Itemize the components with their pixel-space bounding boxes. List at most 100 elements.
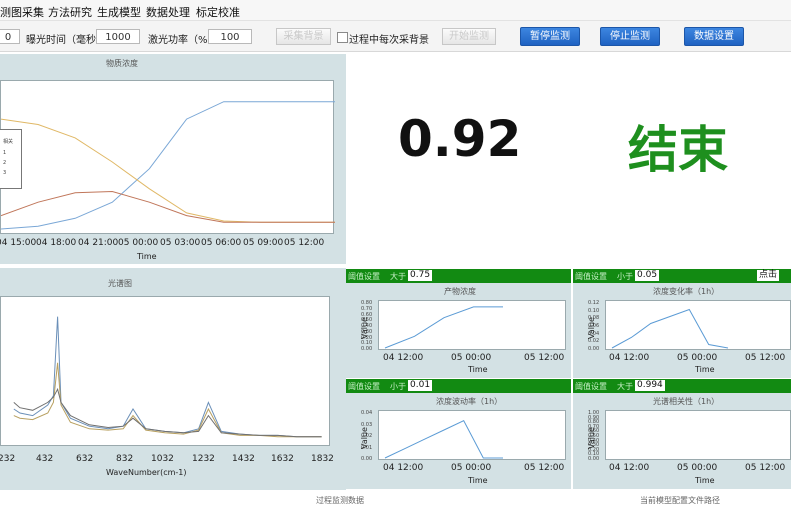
spectrum-plot-area bbox=[0, 296, 330, 446]
monitor-2-xlabel: Time bbox=[468, 476, 488, 485]
monitor-1-svg bbox=[611, 308, 729, 349]
monitor-3-xtick-1: 05 00:00 bbox=[677, 463, 718, 473]
concentration-chart-title: 物质浓度 bbox=[106, 59, 138, 68]
monitor-0-ylabel: Value bbox=[360, 317, 369, 339]
menu-item-calibrate[interactable]: 标定校准 bbox=[196, 4, 240, 20]
monitor-3-header-label: 阈值设置 bbox=[575, 382, 607, 391]
monitor-1-plot bbox=[605, 300, 791, 350]
exposure-label: 曝光时间（毫秒） bbox=[26, 35, 106, 46]
monitor-2-xtick-0: 04 12:00 bbox=[383, 463, 424, 473]
monitor-1-threshold-input[interactable]: 0.05 bbox=[635, 270, 660, 281]
bottom-status-left: 过程监测数据 bbox=[316, 496, 364, 505]
monitor-1-xlabel: Time bbox=[695, 365, 715, 374]
bottom-status-right: 当前模型配置文件路径 bbox=[640, 496, 720, 505]
monitor-0-plot bbox=[378, 300, 566, 350]
monitor-1-title: 浓度变化率（1h） bbox=[653, 287, 720, 296]
stop-monitor-button[interactable]: 停止监测 bbox=[600, 27, 660, 46]
conc-xtick-6: 05 09:00 bbox=[243, 238, 284, 248]
monitor-2-line bbox=[384, 420, 503, 459]
monitor-0-header: 阈值设置 大于 0.75 bbox=[346, 269, 571, 283]
spec-xtick-5: 1232 bbox=[192, 454, 215, 464]
monitor-0-threshold-input[interactable]: 0.75 bbox=[408, 270, 433, 281]
monitor-3-title: 光谱相关性（1h） bbox=[653, 397, 720, 406]
monitor-3-ylabel: Value bbox=[587, 427, 596, 449]
spec-xtick-1: 432 bbox=[36, 454, 54, 464]
monitor-0-xtick-1: 05 00:00 bbox=[451, 353, 492, 363]
background-checkbox[interactable] bbox=[337, 32, 348, 43]
laser-input[interactable]: 100 bbox=[208, 29, 252, 44]
exposure-input[interactable]: 1000 bbox=[96, 29, 140, 44]
conc-xlabel: Time bbox=[137, 252, 157, 261]
monitor-1-header: 阈值设置 小于 0.05 点击 bbox=[573, 269, 791, 283]
monitor-1-xtick-1: 05 00:00 bbox=[677, 353, 718, 363]
first-input[interactable]: 0 bbox=[0, 29, 20, 44]
spec-xtick-4: 1032 bbox=[151, 454, 174, 464]
pause-monitor-button[interactable]: 暂停监测 bbox=[520, 27, 580, 46]
menu-bar: 测图采集 方法研究 生成模型 数据处理 标定校准 bbox=[0, 0, 791, 21]
monitor-0-title: 产物浓度 bbox=[444, 287, 476, 296]
monitor-3-xlabel: Time bbox=[695, 476, 715, 485]
monitor-2-header: 阈值设置 小于 0.01 bbox=[346, 379, 571, 393]
start-monitor-button[interactable]: 开始监测 bbox=[442, 28, 496, 45]
monitor-2-threshold-input[interactable]: 0.01 bbox=[408, 380, 433, 391]
concentration-series-0 bbox=[1, 101, 335, 230]
monitor-0-header-label: 阈值设置 bbox=[348, 272, 380, 281]
monitor-1-panel: 浓度变化率（1h） 0.12 0.10 0.08 0.06 0.04 0.02 0.00 V… bbox=[573, 283, 791, 378]
monitor-1-ytick-5: 0.02 bbox=[588, 338, 600, 345]
spectrum-series-0 bbox=[13, 316, 322, 438]
spectrum-panel: 光谱图 232 432 632 832 1032 1232 1432 1632 … bbox=[0, 268, 346, 490]
spectrum-chart-title: 光谱图 bbox=[108, 279, 132, 288]
concentration-chart-svg bbox=[1, 101, 335, 230]
monitor-2-title: 浓度波动率（1h） bbox=[436, 397, 503, 406]
data-settings-button[interactable]: 数据设置 bbox=[684, 27, 744, 46]
monitor-3-xtick-2: 05 12:00 bbox=[745, 463, 786, 473]
conc-xtick-2: 04 21:00 bbox=[78, 238, 119, 248]
background-checkbox-label: 过程中每次采背景 bbox=[349, 35, 429, 46]
result-state: 结束 bbox=[628, 121, 728, 179]
concentration-series-1 bbox=[1, 118, 335, 223]
monitor-1-action-button[interactable]: 点击 bbox=[757, 270, 780, 281]
concentration-panel: 物质浓度 相关 1 2 3 04 15:00 04 18:00 04 21:00… bbox=[0, 54, 346, 264]
monitor-1-ytick-1: 0.10 bbox=[588, 307, 600, 314]
monitor-3-xtick-0: 04 12:00 bbox=[609, 463, 650, 473]
monitor-2-ytick-4: 0.00 bbox=[361, 456, 373, 462]
monitor-2-ylabel: Value bbox=[360, 427, 369, 449]
spec-xtick-7: 1632 bbox=[271, 454, 294, 464]
monitor-0-panel: 产物浓度 0.80 0.70 0.60 0.50 0.40 0.30 0.20 0.10 0.0… bbox=[346, 283, 571, 378]
monitor-0-xtick-0: 04 12:00 bbox=[383, 353, 424, 363]
monitor-2-svg bbox=[384, 420, 503, 459]
monitor-3-threshold-input[interactable]: 0.994 bbox=[635, 380, 665, 391]
legend-label-1: 1 bbox=[3, 150, 7, 156]
monitor-2-plot bbox=[378, 410, 566, 460]
monitor-3-header: 阈值设置 大于 0.994 bbox=[573, 379, 791, 393]
monitor-2-xtick-2: 05 12:00 bbox=[524, 463, 565, 473]
monitor-0-ytick-8: 0.00 bbox=[361, 346, 373, 352]
monitor-2-cond: 小于 bbox=[390, 382, 406, 391]
menu-item-method[interactable]: 方法研究 bbox=[48, 4, 92, 20]
spec-xtick-2: 632 bbox=[76, 454, 94, 464]
monitor-0-xlabel: Time bbox=[468, 365, 488, 374]
monitor-1-ytick-0: 0.12 bbox=[588, 300, 600, 306]
menu-item-data[interactable]: 数据处理 bbox=[146, 4, 190, 20]
legend-label-2: 2 bbox=[3, 160, 7, 166]
collect-background-button[interactable]: 采集背景 bbox=[276, 28, 331, 45]
conc-xtick-5: 05 06:00 bbox=[201, 238, 242, 248]
monitor-1-xtick-0: 04 12:00 bbox=[609, 353, 650, 363]
monitor-1-cond: 小于 bbox=[617, 272, 633, 281]
conc-xtick-0: 04 15:00 bbox=[0, 238, 37, 248]
monitor-3-cond: 大于 bbox=[617, 382, 633, 391]
conc-xtick-1: 04 18:00 bbox=[36, 238, 77, 248]
spec-xtick-3: 832 bbox=[116, 454, 134, 464]
spec-xlabel: WaveNumber(cm-1) bbox=[106, 468, 187, 477]
toolbar: 0 曝光时间（毫秒） 1000 激光功率（%） 100 采集背景 过程中每次采背… bbox=[0, 21, 791, 52]
conc-xtick-7: 05 12:00 bbox=[284, 238, 325, 248]
spec-xtick-0: 232 bbox=[0, 454, 16, 464]
monitor-2-header-label: 阈值设置 bbox=[348, 382, 380, 391]
menu-item-model[interactable]: 生成模型 bbox=[97, 4, 141, 20]
spectrum-chart-svg bbox=[13, 316, 322, 438]
menu-item-capture[interactable]: 测图采集 bbox=[0, 4, 44, 20]
spec-xtick-6: 1432 bbox=[232, 454, 255, 464]
monitor-0-cond: 大于 bbox=[390, 272, 406, 281]
monitor-0-svg bbox=[384, 306, 503, 349]
concentration-series-2 bbox=[1, 190, 335, 223]
